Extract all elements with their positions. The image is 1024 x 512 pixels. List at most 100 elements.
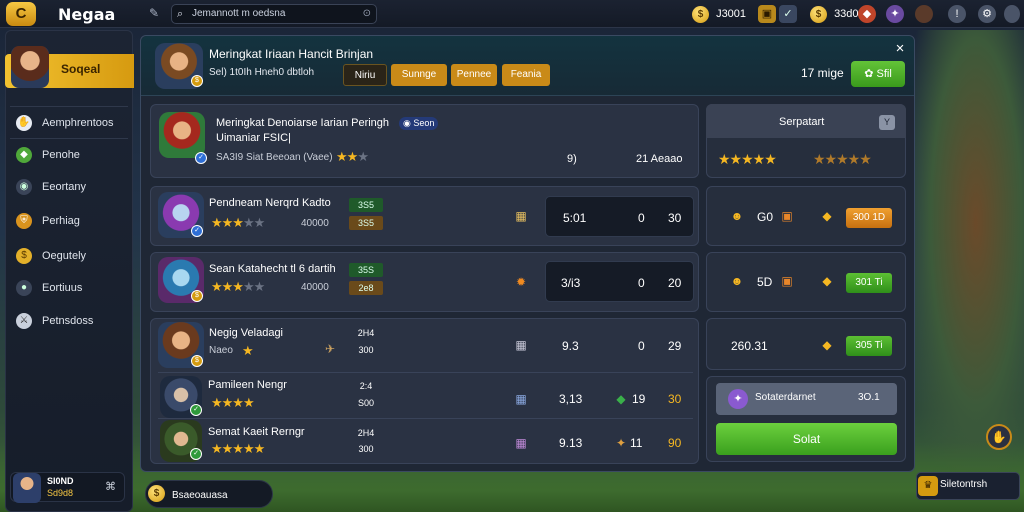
tab-2[interactable]: Pennee — [451, 64, 497, 86]
sidebar-item-1[interactable]: ◆ Penohe — [12, 142, 126, 168]
row-value-right: 30 — [668, 392, 682, 406]
ruby-icon[interactable]: ◆ — [858, 5, 876, 23]
selector-value: 3O.1 — [858, 392, 880, 403]
sparkle-icon: ✦ — [615, 436, 627, 450]
hand-icon[interactable]: ✋ — [986, 424, 1012, 450]
confirm-button[interactable]: Solat — [716, 423, 897, 455]
row-sub: Naeo — [209, 345, 233, 356]
bottom-left-label: Bsaeoauasa — [172, 490, 228, 501]
search-input[interactable]: ⌕ Jemannott m oedsna ⊙ — [171, 4, 377, 24]
sidebar-item-label: Eortiuus — [42, 282, 83, 294]
currency-gold-value: J3001 — [716, 8, 747, 20]
row-divider — [158, 418, 693, 419]
sidebar-item-label: Oegutely — [42, 250, 87, 262]
buy-button[interactable]: 305 Ti — [846, 336, 892, 356]
hand-icon: ✋ — [16, 115, 32, 131]
row-value-mid: 0 — [638, 339, 645, 353]
row-value-mid: 0 — [638, 276, 645, 290]
chest-icon[interactable]: ▣ — [758, 5, 776, 23]
gem-icon: ◆ — [822, 274, 832, 288]
wing-icon: ✈ — [324, 342, 336, 356]
coin-icon: $ — [148, 485, 165, 502]
header-title: Meringkat Iriaan Hancit Brinjan — [209, 47, 374, 61]
avatar[interactable] — [915, 5, 933, 23]
sidebar-item-5[interactable]: ● Eortiuus — [12, 275, 126, 301]
buy-button[interactable]: 301 Ti — [846, 273, 892, 293]
sidebar-divider — [10, 138, 128, 139]
gamepad-icon[interactable]: ⌘ — [105, 480, 116, 493]
orb-icon: ● — [16, 280, 32, 296]
row-value-left: 5:01 — [563, 211, 587, 225]
smile-coin-icon: ☻ — [730, 209, 744, 223]
sidebar-item-0[interactable]: ✋ Aemphrentoos — [12, 110, 126, 136]
row-value-left: 9.3 — [562, 339, 579, 353]
filter-label: Serpatart — [779, 116, 825, 128]
reward-value: G0 — [757, 210, 774, 224]
profile-name: Soqeal — [61, 62, 101, 76]
sidebar-item-label: Perhiag — [42, 215, 80, 227]
featured-subtitle: Uimaniar FSIC| — [216, 132, 291, 144]
sidebar-item-2[interactable]: ◉ Eeortany — [12, 174, 126, 200]
row-value-right: 90 — [668, 436, 682, 450]
featured-value-a: 9) — [567, 153, 577, 165]
shield-badge-icon: ✓ — [191, 225, 203, 237]
row-stars: ★★★★★ — [211, 279, 265, 294]
row-value-left: 9.13 — [559, 436, 583, 450]
leaf-icon: ✿ — [864, 68, 877, 80]
trophy-icon: ♛ — [918, 476, 938, 496]
clear-icon[interactable]: ⊙ — [363, 5, 371, 23]
chest-icon: ▣ — [781, 209, 793, 223]
header-count: 17 mige — [801, 66, 844, 80]
rating-stars-a[interactable]: ★★★★★ — [718, 151, 777, 168]
sidebar-user-card[interactable]: SI0ND Sd9d8 ⌘ — [10, 472, 125, 503]
featured-title-tag: ◉ Seon — [399, 117, 439, 130]
close-icon[interactable]: × — [892, 40, 908, 57]
row-value-mid: 0 — [638, 211, 645, 225]
settings-icon[interactable]: ⚙ — [978, 5, 996, 23]
coin-icon: $ — [692, 5, 709, 23]
shield-badge-icon: ✓ — [195, 152, 207, 164]
tab-1[interactable]: Sunnge — [391, 64, 447, 86]
shield-badge-icon: ✓ — [190, 404, 202, 416]
sword-icon: ⚔ — [16, 313, 32, 329]
sidebar-item-4[interactable]: $ Oegutely — [12, 243, 126, 269]
header-action-label: Sfil — [876, 68, 892, 80]
search-value: Jemannott m oedsna — [192, 8, 286, 19]
crate-icon: ▦ — [515, 338, 527, 352]
check-icon[interactable]: ✓ — [779, 5, 797, 23]
tab-3[interactable]: Feania — [502, 64, 550, 86]
row-sub: 40000 — [301, 218, 329, 229]
crate-icon: ▦ — [515, 392, 527, 406]
row-name: Pendneam Nerqrd Kadto — [209, 197, 331, 209]
menu-icon[interactable] — [1004, 5, 1020, 23]
filter-key[interactable]: Y — [879, 115, 895, 130]
sidebar-item-label: Petnsdoss — [42, 315, 94, 327]
coin-icon: $ — [16, 248, 32, 264]
sidebar-item-6[interactable]: ⚔ Petnsdoss — [12, 308, 126, 334]
featured-stars: ★★★ — [336, 149, 369, 164]
buy-button[interactable]: 300 1D — [846, 208, 892, 228]
row-tag: 2H4 — [357, 428, 375, 438]
reward-value: 5D — [757, 275, 773, 289]
currency-gems-value: 33d0 — [834, 8, 859, 20]
row-tag: 3S5 — [349, 216, 383, 230]
row-value-mid: 11 — [630, 436, 643, 450]
circle-icon: ◉ — [16, 179, 32, 195]
row-name: Semat Kaeit Rerngr — [208, 426, 305, 438]
row-tag: 300 — [358, 444, 374, 454]
tab-0[interactable]: Niriu — [343, 64, 387, 86]
info-icon[interactable]: ! — [948, 5, 966, 23]
selector-label: Sotaterdarnet — [755, 392, 816, 403]
game-logo[interactable]: C — [6, 2, 36, 26]
row-divider — [158, 372, 693, 373]
left-sidebar — [5, 30, 133, 512]
header-action-button[interactable]: ✿ Sfil — [851, 61, 905, 87]
row-tag: S00 — [357, 398, 374, 408]
smile-coin-icon: ☻ — [730, 274, 744, 288]
edit-icon[interactable]: ✎ — [146, 6, 162, 22]
rating-stars-b[interactable]: ★★★★★ — [813, 151, 872, 168]
sidebar-profile[interactable]: Soqeal — [5, 46, 134, 88]
sidebar-item-3[interactable]: ⛨ Perhiag — [12, 208, 126, 234]
magic-icon[interactable]: ✦ — [886, 5, 904, 23]
row-value-right: 30 — [668, 211, 682, 225]
